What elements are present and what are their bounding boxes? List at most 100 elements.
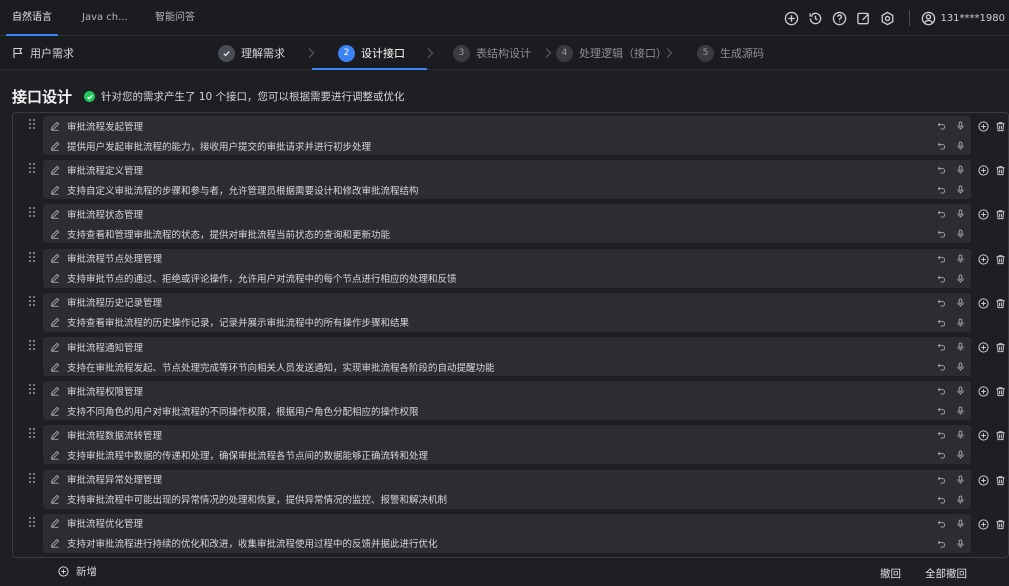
step-table-design[interactable]: 3 表结构设计 (453, 36, 531, 70)
drag-handle-icon[interactable] (27, 162, 37, 174)
interface-name[interactable]: 审批流程节点处理管理 (67, 251, 937, 265)
trash-icon[interactable] (995, 475, 1006, 486)
trash-icon[interactable] (995, 165, 1006, 176)
step-logic[interactable]: 4 处理逻辑（接口） (556, 36, 667, 70)
add-item-icon[interactable] (978, 386, 989, 397)
add-item-icon[interactable] (978, 475, 989, 486)
interface-name[interactable]: 审批流程通知管理 (67, 340, 937, 354)
interface-desc[interactable]: 支持对审批流程进行持续的优化和改进，收集审批流程使用过程中的反馈并据此进行优化 (67, 536, 937, 550)
add-item-icon[interactable] (978, 254, 989, 265)
microphone-icon[interactable] (956, 519, 965, 528)
tab-java-chat[interactable]: Java ch... (82, 0, 128, 36)
add-item-icon[interactable] (978, 342, 989, 353)
interface-name-row[interactable]: 审批流程数据流转管理 (43, 425, 971, 444)
drag-handle-icon[interactable] (27, 295, 37, 307)
undo-icon[interactable] (937, 386, 946, 395)
interface-desc[interactable]: 支持审批流程中可能出现的异常情况的处理和恢复，提供异常情况的监控、报警和解决机制 (67, 492, 937, 506)
microphone-icon[interactable] (956, 121, 965, 130)
tab-smart-qa[interactable]: 智能问答 (155, 0, 195, 36)
undo-icon[interactable] (937, 141, 946, 150)
interface-name-row[interactable]: 审批流程权限管理 (43, 381, 971, 400)
interface-desc-row[interactable]: 支持审批节点的通过、拒绝或评论操作，允许用户对流程中的每个节点进行相应的处理和反… (43, 269, 971, 288)
drag-handle-icon[interactable] (27, 206, 37, 218)
interface-name-row[interactable]: 审批流程优化管理 (43, 514, 971, 533)
drag-handle-icon[interactable] (27, 339, 37, 351)
interface-desc[interactable]: 支持审批节点的通过、拒绝或评论操作，允许用户对流程中的每个节点进行相应的处理和反… (67, 271, 937, 285)
undo-icon[interactable] (937, 539, 946, 548)
interface-name[interactable]: 审批流程发起管理 (67, 119, 937, 133)
add-interface-button[interactable]: 新增 (58, 564, 97, 579)
history-icon[interactable] (807, 10, 823, 26)
undo-icon[interactable] (937, 254, 946, 263)
user-name[interactable]: 131****1980 (940, 13, 1005, 24)
microphone-icon[interactable] (956, 185, 965, 194)
add-item-icon[interactable] (978, 165, 989, 176)
microphone-icon[interactable] (956, 342, 965, 351)
step-generate-code[interactable]: 5 生成源码 (697, 36, 764, 70)
interface-desc-row[interactable]: 支持自定义审批流程的步骤和参与者，允许管理员根据需要设计和修改审批流程结构 (43, 180, 971, 199)
microphone-icon[interactable] (956, 475, 965, 484)
interface-desc[interactable]: 提供用户发起审批流程的能力，接收用户提交的审批请求并进行初步处理 (67, 139, 937, 153)
interface-desc[interactable]: 支持查看和管理审批流程的状态，提供对审批流程当前状态的查询和更新功能 (67, 227, 937, 241)
drag-handle-icon[interactable] (27, 427, 37, 439)
microphone-icon[interactable] (956, 318, 965, 327)
user-avatar-icon[interactable] (920, 10, 936, 26)
plus-circle-icon[interactable] (783, 10, 799, 26)
add-item-icon[interactable] (978, 519, 989, 530)
interface-desc-row[interactable]: 支持查看和管理审批流程的状态，提供对审批流程当前状态的查询和更新功能 (43, 224, 971, 243)
microphone-icon[interactable] (956, 450, 965, 459)
microphone-icon[interactable] (956, 495, 965, 504)
undo-all-button[interactable]: 全部撤回 (925, 566, 967, 581)
microphone-icon[interactable] (956, 229, 965, 238)
microphone-icon[interactable] (956, 274, 965, 283)
drag-handle-icon[interactable] (27, 516, 37, 528)
trash-icon[interactable] (995, 519, 1006, 530)
interface-desc-row[interactable]: 支持审批流程中数据的传递和处理，确保审批流程各节点间的数据能够正确流转和处理 (43, 445, 971, 464)
interface-name[interactable]: 审批流程状态管理 (67, 207, 937, 221)
microphone-icon[interactable] (956, 386, 965, 395)
interface-name[interactable]: 审批流程历史记录管理 (67, 295, 937, 309)
trash-icon[interactable] (995, 254, 1006, 265)
interface-desc-row[interactable]: 支持对审批流程进行持续的优化和改进，收集审批流程使用过程中的反馈并据此进行优化 (43, 534, 971, 553)
microphone-icon[interactable] (956, 362, 965, 371)
interface-name[interactable]: 审批流程定义管理 (67, 163, 937, 177)
microphone-icon[interactable] (956, 165, 965, 174)
undo-icon[interactable] (937, 209, 946, 218)
add-item-icon[interactable] (978, 298, 989, 309)
undo-icon[interactable] (937, 519, 946, 528)
undo-icon[interactable] (937, 274, 946, 283)
undo-icon[interactable] (937, 362, 946, 371)
interface-name-row[interactable]: 审批流程发起管理 (43, 116, 971, 135)
interface-desc[interactable]: 支持查看审批流程的历史操作记录，记录并展示审批流程中的所有操作步骤和结果 (67, 315, 937, 329)
add-item-icon[interactable] (978, 121, 989, 132)
interface-name[interactable]: 审批流程优化管理 (67, 516, 937, 530)
undo-icon[interactable] (937, 406, 946, 415)
trash-icon[interactable] (995, 298, 1006, 309)
interface-desc-row[interactable]: 支持在审批流程发起、节点处理完成等环节向相关人员发送通知，实现审批流程各阶段的自… (43, 357, 971, 376)
undo-icon[interactable] (937, 430, 946, 439)
microphone-icon[interactable] (956, 141, 965, 150)
add-item-icon[interactable] (978, 430, 989, 441)
settings-icon[interactable] (879, 10, 895, 26)
help-icon[interactable] (831, 10, 847, 26)
interface-name-row[interactable]: 审批流程异常处理管理 (43, 470, 971, 489)
requirement-link[interactable]: 用户需求 (12, 36, 74, 70)
trash-icon[interactable] (995, 386, 1006, 397)
undo-icon[interactable] (937, 450, 946, 459)
undo-icon[interactable] (937, 475, 946, 484)
undo-button[interactable]: 撤回 (880, 566, 901, 581)
step-understand[interactable]: 理解需求 (218, 36, 285, 70)
drag-handle-icon[interactable] (27, 251, 37, 263)
tab-natural-language[interactable]: 自然语言 (6, 0, 58, 36)
undo-icon[interactable] (937, 185, 946, 194)
interface-name-row[interactable]: 审批流程定义管理 (43, 160, 971, 179)
microphone-icon[interactable] (956, 539, 965, 548)
microphone-icon[interactable] (956, 254, 965, 263)
drag-handle-icon[interactable] (27, 118, 37, 130)
interface-desc[interactable]: 支持不同角色的用户对审批流程的不同操作权限，根据用户角色分配相应的操作权限 (67, 404, 937, 418)
interface-desc[interactable]: 支持在审批流程发起、节点处理完成等环节向相关人员发送通知，实现审批流程各阶段的自… (67, 360, 937, 374)
undo-icon[interactable] (937, 318, 946, 327)
trash-icon[interactable] (995, 342, 1006, 353)
step-design-api[interactable]: 2 设计接口 (312, 36, 427, 70)
interface-name-row[interactable]: 审批流程通知管理 (43, 337, 971, 356)
